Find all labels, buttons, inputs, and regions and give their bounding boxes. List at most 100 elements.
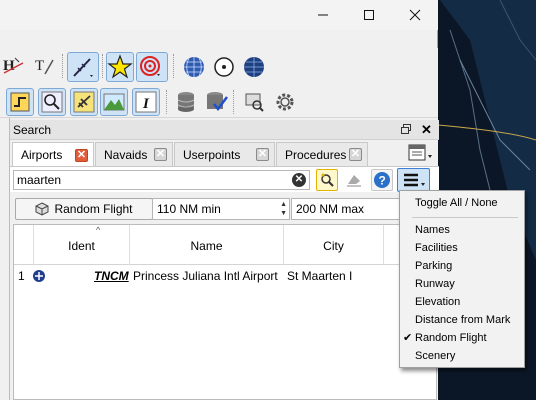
row-number-header <box>14 225 34 265</box>
menu-item-label: Scenery <box>415 350 456 362</box>
check-icon: ✔ <box>403 332 413 344</box>
spin-arrows[interactable]: ▲ ▼ <box>280 200 287 218</box>
spin-up-icon[interactable]: ▲ <box>280 201 287 208</box>
table-row[interactable]: 1 TNCM Princess Juliana Intl Airport St … <box>14 265 438 286</box>
search-selection-button[interactable] <box>316 169 338 191</box>
menu-item-label: Elevation <box>415 296 461 308</box>
menu-item-facilities[interactable]: Facilities <box>400 239 524 257</box>
dock-close-icon[interactable]: ✕ <box>421 122 432 138</box>
maximize-button[interactable] <box>346 0 392 30</box>
menu-item-label: Runway <box>415 278 455 290</box>
flight-plan-text-icon[interactable]: T <box>30 53 58 81</box>
tab-close-icon[interactable]: ✕ <box>75 148 88 162</box>
menu-item-toggle-all[interactable]: Toggle All / None <box>400 194 524 212</box>
terrain-icon[interactable] <box>100 88 128 116</box>
tab-label: Userpoints <box>183 147 241 162</box>
column-title: City <box>323 239 344 253</box>
min-distance-value: 110 NM min <box>157 202 221 216</box>
airport-icon <box>32 265 46 286</box>
flight-plan-high-icon[interactable]: H <box>0 53 28 81</box>
row-ident: TNCM <box>94 268 129 283</box>
tab-close-icon[interactable]: ✕ <box>154 148 167 161</box>
help-icon: ? <box>374 172 390 188</box>
column-header-name[interactable]: Name <box>130 225 284 265</box>
title-bar[interactable] <box>0 0 438 30</box>
float-window-icon[interactable] <box>400 123 412 138</box>
menu-item-distance-from-mark[interactable]: Distance from Mark <box>400 311 524 329</box>
column-header-ident[interactable]: ^ Ident <box>34 225 130 265</box>
random-flight-button[interactable]: Random Flight <box>15 198 153 220</box>
svg-text:I: I <box>142 96 150 112</box>
dock-title: Search <box>13 123 52 137</box>
max-distance-spinbox[interactable]: 200 NM max <box>291 198 403 220</box>
search-dock: Search ✕ Airports ✕ Navaids ✕ Userpoints… <box>9 118 439 400</box>
menu-item-label: Random Flight <box>415 332 487 344</box>
close-window-button[interactable] <box>392 0 438 30</box>
min-distance-spinbox[interactable]: 110 NM min ▲ ▼ <box>152 198 290 220</box>
tab-label: Airports <box>21 148 63 162</box>
favorite-star-icon[interactable] <box>106 52 134 82</box>
menu-item-elevation[interactable]: Elevation <box>400 293 524 311</box>
sort-ascending-icon: ^ <box>96 225 101 235</box>
svg-text:T: T <box>35 58 44 74</box>
spin-down-icon[interactable]: ▼ <box>280 210 287 217</box>
column-header-city[interactable]: City <box>284 225 384 265</box>
tab-airports[interactable]: Airports ✕ <box>12 142 94 167</box>
dice-icon <box>35 202 49 216</box>
tab-menu-button[interactable] <box>404 140 436 164</box>
tab-procedures[interactable]: Procedures ✕ <box>276 142 368 166</box>
clear-search-icon[interactable]: ✕ <box>292 173 306 187</box>
random-flight-options: Random Flight 110 NM min ▲ ▼ 200 NM max <box>10 196 439 220</box>
help-button[interactable]: ? <box>371 169 393 191</box>
globe-grid-icon[interactable] <box>180 53 208 81</box>
column-popup-menu: Toggle All / None Names Facilities Parki… <box>399 190 525 368</box>
menu-item-names[interactable]: Names <box>400 221 524 239</box>
minimize-icon <box>318 14 328 16</box>
target-mark-icon[interactable] <box>136 52 168 82</box>
globe-dark-icon[interactable] <box>240 53 268 81</box>
circle-dot-icon[interactable] <box>210 53 238 81</box>
database-check-icon[interactable] <box>203 88 231 116</box>
toolbar-top: H T <box>0 48 438 86</box>
column-menu-button[interactable] <box>397 168 430 192</box>
tab-navaids[interactable]: Navaids ✕ <box>95 142 173 166</box>
menu-item-scenery[interactable]: Scenery <box>400 347 524 365</box>
eraser-icon <box>347 175 361 187</box>
menu-item-random-flight[interactable]: ✔ Random Flight <box>400 329 524 347</box>
tab-close-icon[interactable]: ✕ <box>349 148 362 161</box>
screen-search-icon[interactable] <box>240 88 268 116</box>
results-table: ^ Ident Name City 1 TNCM Princess Julian… <box>13 224 438 400</box>
search-row: ✕ ? <box>10 166 439 192</box>
tab-userpoints[interactable]: Userpoints ✕ <box>174 142 275 166</box>
minimize-button[interactable] <box>300 0 346 30</box>
magnifier-icon <box>321 173 334 187</box>
main-window: H T I Search ✕ Airports ✕ Navaids ✕ User… <box>0 0 439 400</box>
menu-item-label: Distance from Mark <box>415 314 511 326</box>
info-text-icon[interactable]: I <box>132 88 160 116</box>
hamburger-menu-icon <box>403 173 425 187</box>
reset-search-button[interactable] <box>343 169 365 191</box>
menu-item-parking[interactable]: Parking <box>400 257 524 275</box>
row-name: Princess Juliana Intl Airport <box>133 268 278 283</box>
search-magnifier-icon[interactable] <box>38 88 66 116</box>
menu-separator <box>412 217 518 218</box>
menu-item-runway[interactable]: Runway <box>400 275 524 293</box>
svg-text:?: ? <box>379 174 386 188</box>
airway-icon[interactable] <box>67 52 99 82</box>
search-input[interactable] <box>13 170 310 190</box>
svg-text:H: H <box>3 58 15 74</box>
column-title: Ident <box>68 239 95 253</box>
dock-title-bar[interactable]: Search ✕ <box>10 120 439 140</box>
database-icon[interactable] <box>172 88 200 116</box>
search-tabs: Airports ✕ Navaids ✕ Userpoints ✕ Proced… <box>10 142 439 167</box>
airplane-icon[interactable] <box>70 88 98 116</box>
maximize-icon <box>364 10 374 20</box>
tab-close-icon[interactable]: ✕ <box>256 148 269 161</box>
menu-item-label: Names <box>415 224 450 236</box>
column-title: Name <box>190 239 223 253</box>
gear-icon[interactable] <box>271 88 299 116</box>
max-distance-value: 200 NM max <box>296 202 365 216</box>
menu-item-label: Parking <box>415 260 453 272</box>
table-header: ^ Ident Name City <box>14 225 438 265</box>
airspace-icon[interactable] <box>6 88 34 116</box>
